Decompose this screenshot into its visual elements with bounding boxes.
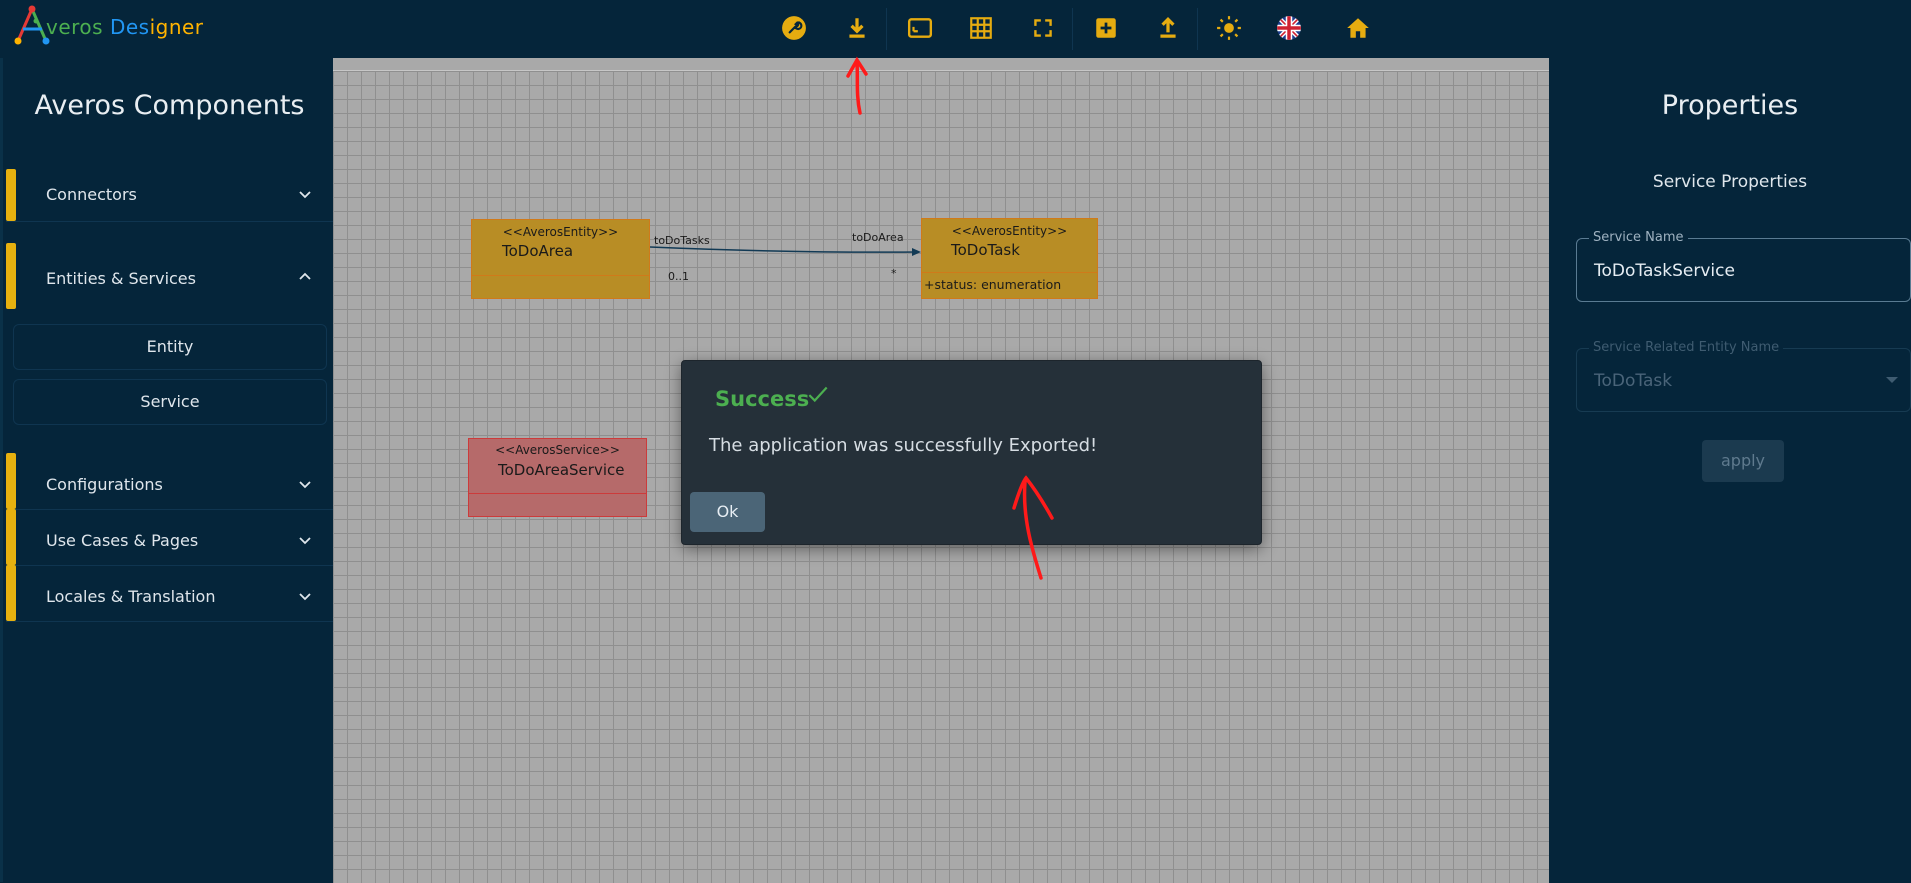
- section-locales-translation[interactable]: Locales & Translation: [6, 565, 334, 622]
- field-label: Service Related Entity Name: [1589, 340, 1784, 355]
- fullscreen-icon[interactable]: [1025, 10, 1061, 46]
- field-label: Service Name: [1589, 230, 1688, 245]
- logo-icon: [12, 3, 56, 47]
- section-accent-bar: [6, 565, 16, 621]
- section-accent-bar: [6, 169, 16, 221]
- entity-attribute: +status: enumeration: [924, 277, 1062, 292]
- section-entities-services[interactable]: Entities & Services: [6, 243, 334, 309]
- panel-title: Properties: [1661, 90, 1799, 121]
- section-label: Locales & Translation: [46, 587, 216, 606]
- ok-button[interactable]: Ok: [690, 492, 765, 532]
- section-accent-bar: [6, 243, 16, 309]
- association-source-multiplicity: 0..1: [668, 270, 689, 283]
- section-accent-bar: [6, 453, 16, 509]
- wrench-icon[interactable]: [776, 10, 812, 46]
- section-label: Entities & Services: [46, 269, 196, 288]
- section-use-cases-pages[interactable]: Use Cases & Pages: [6, 509, 334, 566]
- section-accent-bar: [6, 509, 16, 565]
- chevron-down-icon: [299, 191, 311, 199]
- panel-title: Averos Components: [34, 90, 305, 121]
- apply-button[interactable]: apply: [1702, 440, 1784, 482]
- check-icon: [808, 386, 828, 403]
- entity-stereotype: <<AverosEntity>>: [502, 225, 619, 239]
- entity-divider: [922, 272, 1097, 273]
- section-label: Connectors: [46, 185, 137, 204]
- section-label: Use Cases & Pages: [46, 531, 199, 550]
- related-entity-select[interactable]: Service Related Entity Name ToDoTask: [1576, 340, 1911, 412]
- service-todoareaservice[interactable]: <<AverosService>> ToDoAreaService: [468, 438, 647, 517]
- chevron-up-icon: [299, 272, 311, 280]
- component-service[interactable]: Service: [13, 379, 327, 425]
- component-entity[interactable]: Entity: [13, 324, 327, 370]
- home-icon[interactable]: [1340, 10, 1376, 46]
- association-target-role: toDoArea: [852, 231, 904, 244]
- components-panel: Averos Components Connectors Entities & …: [0, 58, 334, 882]
- section-label: Configurations: [46, 475, 163, 494]
- entity-todoarea[interactable]: <<AverosEntity>> ToDoArea: [471, 219, 650, 299]
- field-value: ToDoTask: [1594, 371, 1673, 391]
- properties-panel: Properties Service Properties Service Na…: [1549, 58, 1911, 882]
- entity-stereotype: <<AverosEntity>>: [951, 224, 1068, 238]
- field-value: ToDoTaskService: [1594, 261, 1735, 281]
- logo-text: veros Designer: [46, 15, 204, 39]
- brightness-icon[interactable]: [1211, 10, 1247, 46]
- entity-name: ToDoTask: [951, 241, 1020, 259]
- chevron-down-icon: [299, 481, 311, 489]
- fit-screen-icon[interactable]: [902, 10, 938, 46]
- uk-flag-icon[interactable]: [1271, 10, 1307, 46]
- entity-todotask[interactable]: <<AverosEntity>> ToDoTask +status: enume…: [921, 218, 1098, 299]
- panel-subtitle: Service Properties: [1652, 172, 1808, 192]
- dialog-message: The application was successfully Exporte…: [709, 435, 1098, 456]
- grid-icon[interactable]: [963, 10, 999, 46]
- entity-name: ToDoArea: [502, 242, 574, 260]
- success-dialog: Success The application was successfully…: [681, 360, 1262, 545]
- toolbar-divider: [886, 8, 887, 50]
- association-target-multiplicity: *: [891, 267, 897, 280]
- canvas-margin: [333, 58, 1549, 70]
- chevron-down-icon: [299, 593, 311, 601]
- dialog-title: Success: [715, 387, 810, 411]
- service-divider: [469, 493, 646, 494]
- service-stereotype: <<AverosService>>: [495, 443, 620, 457]
- service-name-field[interactable]: Service Name ToDoTaskService: [1576, 230, 1911, 302]
- service-name: ToDoAreaService: [498, 461, 625, 479]
- add-box-icon[interactable]: [1088, 10, 1124, 46]
- toolbar-divider: [1197, 8, 1198, 50]
- entity-divider: [472, 275, 649, 276]
- chevron-down-icon: [299, 537, 311, 545]
- top-toolbar: veros Designer: [0, 0, 1911, 58]
- app-logo[interactable]: veros Designer: [12, 2, 204, 48]
- section-connectors[interactable]: Connectors: [6, 169, 334, 222]
- toolbar-divider: [1072, 8, 1073, 50]
- association-source-role: toDoTasks: [654, 234, 710, 247]
- dropdown-caret-icon: [1886, 377, 1898, 383]
- download-icon[interactable]: [839, 10, 875, 46]
- section-configurations[interactable]: Configurations: [6, 453, 334, 510]
- upload-icon[interactable]: [1150, 10, 1186, 46]
